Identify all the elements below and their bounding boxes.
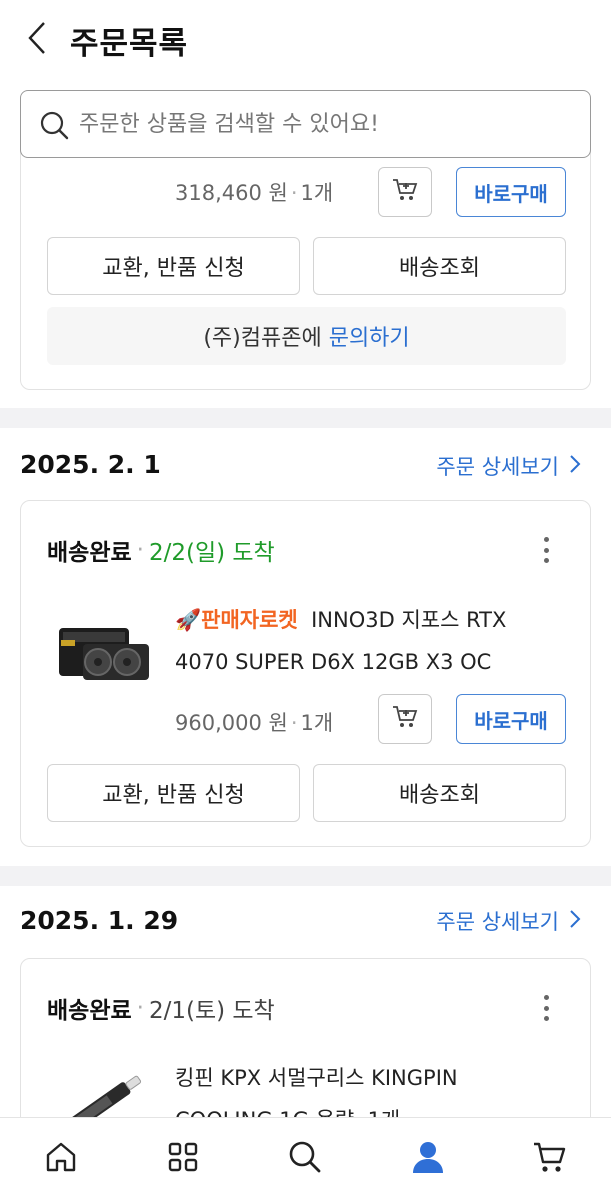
search-bar[interactable] [20, 90, 591, 158]
inquiry-link[interactable]: 문의하기 [329, 320, 410, 352]
chevron-right-icon [569, 909, 581, 934]
order-detail-label: 주문 상세보기 [436, 455, 559, 479]
exchange-return-button[interactable]: 교환, 반품 신청 [47, 764, 300, 822]
nav-search[interactable] [275, 1129, 335, 1189]
home-icon [44, 1140, 78, 1178]
search-icon [39, 110, 71, 142]
app-header: 주문목록 [0, 0, 611, 80]
my-icon [410, 1139, 446, 1179]
back-button[interactable] [20, 18, 54, 62]
order-card: 318,460 원 · 1개 바로구매 교환, 반품 신청 배송조회 (주)컴퓨존에… [20, 120, 591, 390]
nav-cart[interactable] [520, 1129, 580, 1189]
order-date: 2025. 2. 1 [20, 450, 161, 479]
status-label: 배송완료 [47, 998, 132, 1024]
order-date: 2025. 1. 29 [20, 906, 179, 935]
seller-name: (주)컴퓨존에 [203, 326, 322, 351]
status-label: 배송완료 [47, 540, 132, 566]
nav-my[interactable] [398, 1129, 458, 1189]
cart-plus-icon [391, 704, 419, 734]
delivery-status: 배송완료 · 2/1(토) 도착 [47, 991, 275, 1025]
nav-home[interactable] [31, 1129, 91, 1189]
order-card: 배송완료 · 2/2(일) 도착 🚀판매자로켓 INNO3D 지포스 RTX 407… [20, 500, 591, 847]
chevron-right-icon [569, 454, 581, 479]
add-to-cart-button[interactable] [378, 167, 432, 217]
order-detail-link[interactable]: 주문 상세보기 [436, 451, 581, 481]
cart-icon [532, 1139, 568, 1179]
category-icon [166, 1140, 200, 1178]
more-options-icon[interactable] [536, 991, 556, 1025]
add-to-cart-button[interactable] [378, 694, 432, 744]
arrival-date: 2/2(일) 도착 [148, 540, 275, 566]
page-title: 주문목록 [70, 26, 189, 62]
section-divider [0, 866, 611, 886]
bottom-nav [0, 1117, 611, 1200]
item-price: 960,000 원 · 1개 [175, 711, 334, 735]
product-thumbnail[interactable] [53, 606, 153, 696]
search-input[interactable] [79, 91, 579, 157]
tracking-button[interactable]: 배송조회 [313, 764, 566, 822]
buy-now-button[interactable]: 바로구매 [456, 694, 566, 744]
more-options-icon[interactable] [536, 533, 556, 567]
chevron-left-icon [27, 21, 47, 59]
delivery-status: 배송완료 · 2/2(일) 도착 [47, 533, 275, 567]
buy-now-button[interactable]: 바로구매 [456, 167, 566, 217]
tracking-button[interactable]: 배송조회 [313, 237, 566, 295]
product-name-block[interactable]: 🚀판매자로켓 INNO3D 지포스 RTX 4070 SUPER D6X 12G… [175, 599, 555, 683]
order-detail-label: 주문 상세보기 [436, 910, 559, 934]
order-list: 318,460 원 · 1개 바로구매 교환, 반품 신청 배송조회 (주)컴퓨존에… [0, 0, 611, 1200]
seller-inquiry: (주)컴퓨존에 문의하기 [47, 307, 566, 365]
nav-category[interactable] [153, 1129, 213, 1189]
cart-plus-icon [391, 177, 419, 207]
seller-rocket-badge: 🚀판매자로켓 [175, 608, 298, 632]
section-divider [0, 408, 611, 428]
order-detail-link[interactable]: 주문 상세보기 [436, 906, 581, 936]
arrival-date: 2/1(토) 도착 [148, 998, 275, 1024]
search-icon [287, 1139, 323, 1179]
item-price: 318,460 원 · 1개 [175, 181, 334, 205]
exchange-return-button[interactable]: 교환, 반품 신청 [47, 237, 300, 295]
